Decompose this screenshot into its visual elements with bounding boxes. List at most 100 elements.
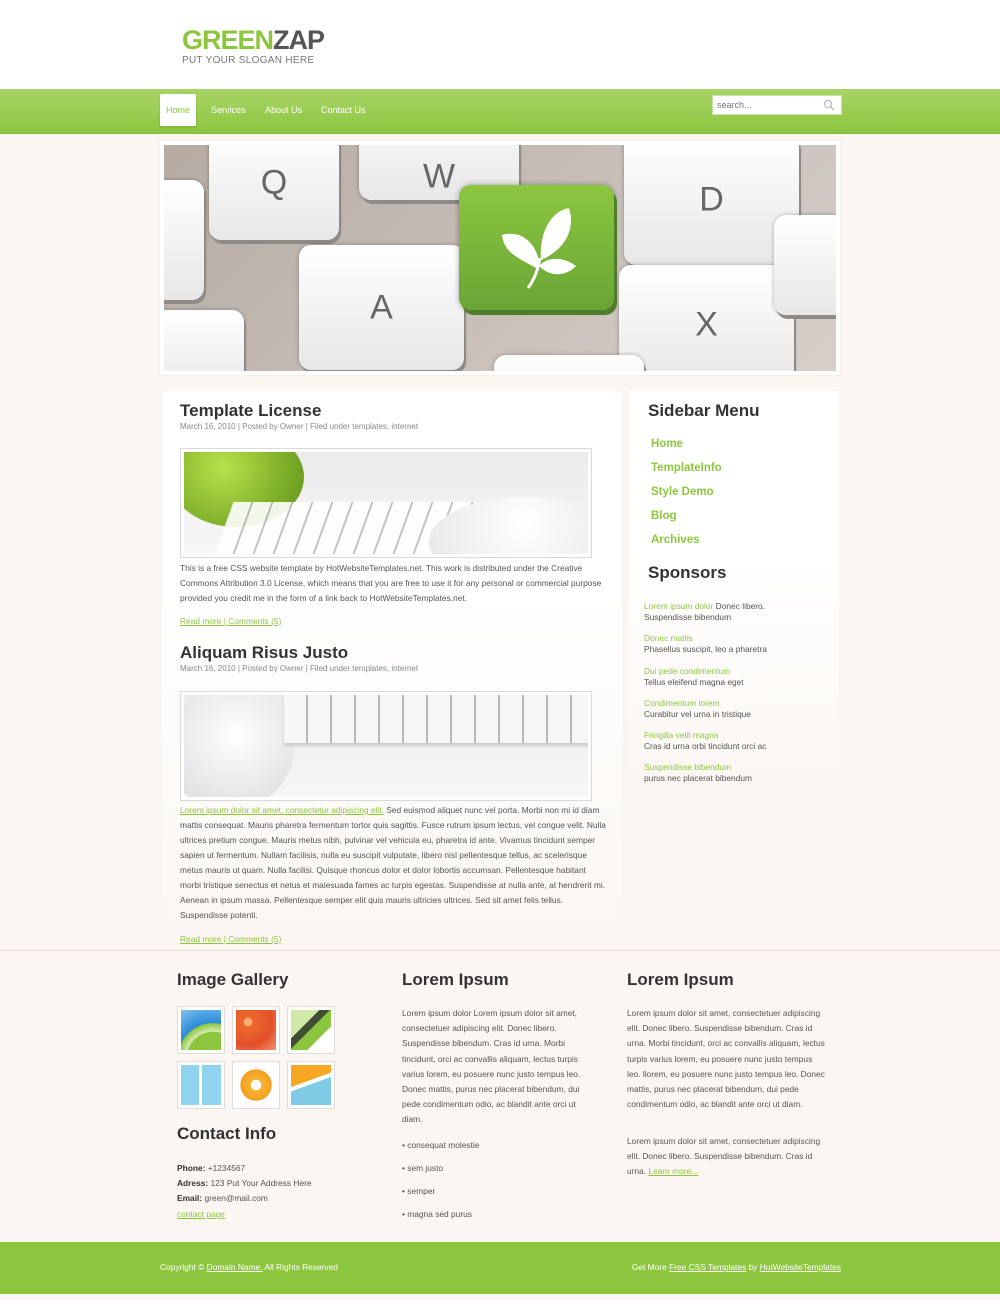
- sponsor-item: Lorem ipsum dolor Donec libero. Suspendis…: [644, 601, 765, 623]
- footer-divider: [0, 950, 1000, 951]
- sidebar: Sidebar Menu Home TemplateInfo Style Dem…: [629, 391, 839, 791]
- keyboard-keys-shape: [284, 695, 588, 743]
- gallery-thumb[interactable]: [287, 1006, 335, 1054]
- site-header: GREENZAP PUT YOUR SLOGAN HERE: [0, 0, 1000, 89]
- copyright: Copyright © Domain Name. All Rights Rese…: [160, 1262, 338, 1272]
- sponsor-desc: Curabitur vel urna in tristique: [644, 709, 752, 719]
- copyright-prefix: Copyright ©: [160, 1262, 207, 1272]
- sponsor-link[interactable]: Condimentum lorem: [644, 698, 719, 708]
- contact-phone: Phone: +1234567: [177, 1163, 245, 1173]
- footer-bullet: • sem justo: [402, 1163, 444, 1173]
- post-meta: March 16, 2010 | Posted by Owner | Filed…: [180, 664, 419, 673]
- learn-more-link[interactable]: Learn more...: [648, 1166, 698, 1176]
- key-edge-bottom: [494, 355, 644, 371]
- gallery-thumb[interactable]: [177, 1006, 225, 1054]
- email-value: green@mail.com: [202, 1193, 268, 1203]
- nav-contact-us[interactable]: Contact Us: [321, 99, 366, 121]
- footer-col3-title: Lorem Ipsum: [627, 970, 734, 989]
- search-input[interactable]: [713, 96, 821, 114]
- sponsor-link[interactable]: Lorem ipsum dolor: [644, 601, 713, 611]
- sponsor-desc: purus nec placerat bibendum: [644, 773, 753, 783]
- sponsor-item: Condimentum lorem Curabitur vel urna in t…: [644, 698, 751, 720]
- post-body: Lorem ipsum dolor sit amet, consectetur …: [180, 803, 606, 923]
- key-edge-left: [164, 180, 204, 300]
- key-label: X: [695, 305, 718, 344]
- footer-col3-text2: Lorem ipsum dolor sit amet, consectetuer…: [627, 1134, 827, 1180]
- sponsor-link[interactable]: Fringilla velit magna: [644, 730, 718, 740]
- sponsors-title: Sponsors: [648, 563, 727, 582]
- copyright-suffix: All Rights Reserved: [262, 1262, 338, 1272]
- address-value: 123 Put Your Address Here: [208, 1178, 312, 1188]
- sidebar-item-blog[interactable]: Blog: [651, 510, 677, 522]
- gallery-thumb[interactable]: [232, 1061, 280, 1109]
- footer-col3-text: Lorem ipsum dolor sit amet, consectetuer…: [627, 1008, 825, 1110]
- phone-value: +1234567: [205, 1163, 246, 1173]
- hero-keyboard-image: Q W D A X: [164, 145, 836, 371]
- thumb-image: [181, 1010, 221, 1050]
- free-css-templates-link[interactable]: Free CSS Templates: [669, 1262, 746, 1272]
- address-label: Adress:: [177, 1178, 209, 1188]
- post-meta: March 16, 2010 | Posted by Owner | Filed…: [180, 422, 419, 431]
- thumb-image: [181, 1065, 221, 1105]
- logo-gray-part: ZAP: [273, 25, 325, 55]
- hotwebsitetemplates-link[interactable]: HotWebsiteTemplates: [760, 1262, 841, 1272]
- thumb-image: [291, 1065, 331, 1105]
- contact-page-link[interactable]: contact page: [177, 1209, 225, 1219]
- sponsor-link[interactable]: Dui pede condimentum: [644, 666, 730, 676]
- key-a: A: [299, 245, 464, 370]
- read-more-link[interactable]: Read more | Comments (5): [180, 934, 281, 944]
- sponsor-link[interactable]: Suspendisse bibendum: [644, 762, 731, 772]
- key-green-leaf: [459, 185, 614, 310]
- sponsor-item: Donec mattis Phasellus suscipit, leo a ph…: [644, 633, 767, 655]
- contact-title: Contact Info: [177, 1124, 277, 1143]
- mouse-shape: [184, 695, 294, 797]
- nav-home[interactable]: Home: [160, 94, 197, 126]
- sponsor-item: Suspendisse bibendum purus nec placerat b…: [644, 762, 752, 784]
- key-label: A: [370, 288, 393, 326]
- domain-name-link[interactable]: Domain Name.: [207, 1262, 263, 1272]
- leaf-icon: [502, 208, 576, 289]
- post-body-text: Sed euismod aliquet nunc vel porta. Morb…: [180, 805, 606, 920]
- gallery-thumb[interactable]: [287, 1061, 335, 1109]
- apple-keyboard-image: [184, 452, 588, 554]
- thumb-image: [236, 1065, 276, 1105]
- gallery-title: Image Gallery: [177, 970, 289, 989]
- key-x: X: [619, 265, 794, 371]
- sponsor-link[interactable]: Donec mattis: [644, 633, 693, 643]
- read-more-link[interactable]: Read more | Comments (5): [180, 616, 281, 626]
- gallery-thumb[interactable]: [232, 1006, 280, 1054]
- sidebar-item-archives[interactable]: Archives: [651, 534, 700, 546]
- footer-bullet: • consequat molestie: [402, 1140, 480, 1150]
- key-d: D: [624, 145, 799, 265]
- nav-services[interactable]: Services: [211, 99, 246, 121]
- gallery-thumb[interactable]: [177, 1061, 225, 1109]
- footer-bullet: • semper: [402, 1186, 436, 1196]
- contact-address: Adress: 123 Put Your Address Here: [177, 1178, 312, 1188]
- post-inline-link[interactable]: Lorem ipsum dolor sit amet, consectetur …: [180, 805, 384, 815]
- sponsor-item: Fringilla velit magna Cras id urna orbi t…: [644, 730, 766, 752]
- post-title[interactable]: Template License: [180, 401, 321, 421]
- search-box: [712, 95, 842, 115]
- footer-bar: Copyright © Domain Name. All Rights Rese…: [0, 1242, 1000, 1294]
- post-title[interactable]: Aliquam Risus Justo: [180, 643, 348, 663]
- sponsor-desc: Phasellus suscipit, leo a pharetra: [644, 644, 767, 654]
- sidebar-menu-title: Sidebar Menu: [648, 401, 760, 420]
- key-edge-bottom-left: [164, 310, 244, 371]
- credits-prefix: Get More: [631, 1262, 670, 1272]
- sidebar-item-home[interactable]: Home: [651, 438, 683, 450]
- logo[interactable]: GREENZAP: [182, 25, 325, 55]
- main-nav: Home Services About Us Contact Us: [0, 89, 1000, 134]
- sidebar-item-style-demo[interactable]: Style Demo: [651, 486, 714, 498]
- sidebar-item-templateinfo[interactable]: TemplateInfo: [651, 462, 722, 474]
- post-body: This is a free CSS website template by H…: [180, 563, 602, 603]
- key-q: Q: [209, 145, 339, 240]
- nav-about-us[interactable]: About Us: [265, 99, 302, 121]
- sponsor-item: Dui pede condimentum Tellus eleifend magn…: [644, 666, 744, 688]
- search-icon[interactable]: [823, 99, 835, 111]
- credits: Get More Free CSS Templates by HotWebsit…: [632, 1262, 841, 1272]
- sponsor-desc: Suspendisse bibendum: [644, 612, 732, 622]
- thumb-image: [236, 1010, 276, 1050]
- phone-label: Phone:: [177, 1163, 206, 1173]
- mouse-keyboard-image: [184, 695, 588, 797]
- footer-bullet: • magna sed purus: [402, 1209, 472, 1219]
